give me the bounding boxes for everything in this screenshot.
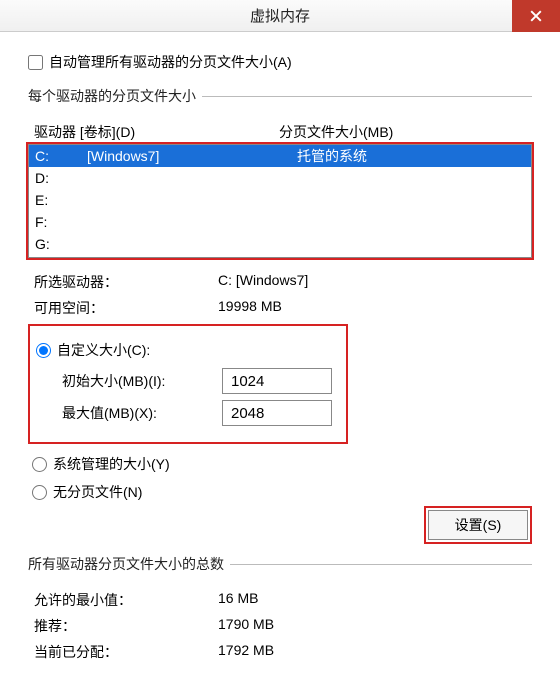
- system-managed-label: 系统管理的大小(Y): [53, 454, 170, 474]
- no-paging-radio[interactable]: [32, 485, 47, 500]
- custom-size-label: 自定义大小(C):: [57, 340, 150, 360]
- drive-row[interactable]: F:: [29, 211, 531, 233]
- no-paging-row: 无分页文件(N): [32, 482, 532, 502]
- system-managed-radio[interactable]: [32, 457, 47, 472]
- close-button[interactable]: [512, 0, 560, 32]
- drive-letter: C:: [35, 145, 87, 167]
- header-drive: 驱动器 [卷标](D): [34, 122, 279, 142]
- drive-row[interactable]: E:: [29, 189, 531, 211]
- cur-label: 当前已分配：: [34, 642, 218, 662]
- auto-manage-row: 自动管理所有驱动器的分页文件大小(A): [28, 52, 532, 72]
- drive-row[interactable]: D:: [29, 167, 531, 189]
- min-value: 16 MB: [218, 590, 258, 610]
- drive-letter: G:: [35, 233, 87, 255]
- system-managed-row: 系统管理的大小(Y): [32, 454, 532, 474]
- window-title: 虚拟内存: [250, 5, 310, 26]
- header-size: 分页文件大小(MB): [279, 122, 393, 142]
- rec-row: 推荐： 1790 MB: [34, 616, 532, 636]
- free-space-label: 可用空间：: [34, 298, 218, 318]
- rec-value: 1790 MB: [218, 616, 274, 636]
- custom-size-block: 自定义大小(C): 初始大小(MB)(I): 最大值(MB)(X):: [28, 324, 348, 444]
- set-button-row: 设置(S): [28, 510, 528, 540]
- drive-label: [Windows7]: [87, 145, 297, 167]
- max-size-row: 最大值(MB)(X):: [62, 400, 340, 426]
- selected-drive-label: 所选驱动器：: [34, 272, 218, 292]
- rec-label: 推荐：: [34, 616, 218, 636]
- no-paging-label: 无分页文件(N): [53, 482, 142, 502]
- min-label: 允许的最小值：: [34, 590, 218, 610]
- totals-group: 所有驱动器分页文件大小的总数 允许的最小值： 16 MB 推荐： 1790 MB…: [28, 554, 532, 664]
- initial-size-row: 初始大小(MB)(I):: [62, 368, 340, 394]
- initial-size-input[interactable]: [222, 368, 332, 394]
- drive-row[interactable]: G:: [29, 233, 531, 255]
- per-drive-group: 每个驱动器的分页文件大小 驱动器 [卷标](D) 分页文件大小(MB) C: […: [28, 86, 532, 550]
- cur-value: 1792 MB: [218, 642, 274, 662]
- selected-drive-row: 所选驱动器： C: [Windows7]: [34, 272, 532, 292]
- titlebar: 虚拟内存: [0, 0, 560, 32]
- drive-letter: E:: [35, 189, 87, 211]
- totals-section: 所有驱动器分页文件大小的总数 允许的最小值： 16 MB 推荐： 1790 MB…: [28, 554, 532, 664]
- max-size-label: 最大值(MB)(X):: [62, 403, 222, 423]
- min-row: 允许的最小值： 16 MB: [34, 590, 532, 610]
- cur-row: 当前已分配： 1792 MB: [34, 642, 532, 662]
- drive-letter: D:: [35, 167, 87, 189]
- custom-size-row: 自定义大小(C):: [36, 340, 340, 360]
- free-space-value: 19998 MB: [218, 298, 282, 318]
- auto-manage-checkbox[interactable]: [28, 55, 43, 70]
- selected-drive-value: C: [Windows7]: [218, 272, 308, 292]
- initial-size-label: 初始大小(MB)(I):: [62, 371, 222, 391]
- per-drive-legend: 每个驱动器的分页文件大小: [28, 86, 202, 106]
- drive-letter: F:: [35, 211, 87, 233]
- drive-size: 托管的系统: [297, 145, 367, 167]
- drive-list-headers: 驱动器 [卷标](D) 分页文件大小(MB): [34, 122, 532, 142]
- other-modes: 系统管理的大小(Y) 无分页文件(N): [32, 454, 532, 502]
- custom-size-radio[interactable]: [36, 343, 51, 358]
- drive-listbox[interactable]: C: [Windows7] 托管的系统 D: E: F: G:: [28, 144, 532, 258]
- close-icon: [530, 10, 542, 22]
- max-size-input[interactable]: [222, 400, 332, 426]
- set-button[interactable]: 设置(S): [428, 510, 528, 540]
- drive-row[interactable]: C: [Windows7] 托管的系统: [29, 145, 531, 167]
- totals-legend: 所有驱动器分页文件大小的总数: [28, 554, 230, 574]
- auto-manage-label: 自动管理所有驱动器的分页文件大小(A): [49, 52, 292, 72]
- dialog-content: 自动管理所有驱动器的分页文件大小(A) 每个驱动器的分页文件大小 驱动器 [卷标…: [0, 32, 560, 674]
- free-space-row: 可用空间： 19998 MB: [34, 298, 532, 318]
